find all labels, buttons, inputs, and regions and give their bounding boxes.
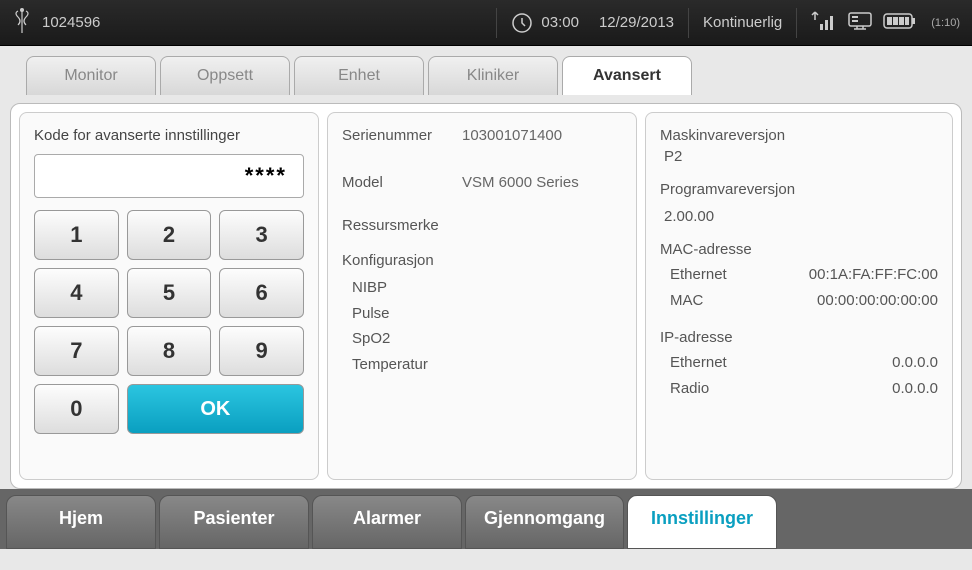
display-icon: [847, 10, 873, 36]
bottom-tabs: Hjem Pasienter Alarmer Gjennomgang Innst…: [0, 489, 972, 549]
ip-section-label: IP-adresse: [660, 329, 938, 346]
signal-icon: [811, 10, 837, 36]
bottom-tab-alarmer[interactable]: Alarmer: [312, 495, 462, 549]
ip-radio-label: Radio: [670, 376, 709, 402]
device-info-panel: Serienummer 103001071400 Model VSM 6000 …: [327, 112, 637, 480]
medical-icon: [12, 7, 32, 39]
system-info-panel: Maskinvareversjon P2 Programvareversjon …: [645, 112, 953, 480]
date-value: 12/29/2013: [599, 14, 674, 31]
status-bar: 1024596 03:00 12/29/2013 Kontinuerlig (1…: [0, 0, 972, 46]
key-6[interactable]: 6: [219, 268, 304, 318]
hw-label: Maskinvareversjon: [660, 127, 938, 144]
bottom-tab-hjem[interactable]: Hjem: [6, 495, 156, 549]
mac-eth-label: Ethernet: [670, 262, 727, 288]
tab-avansert[interactable]: Avansert: [562, 56, 692, 95]
key-0[interactable]: 0: [34, 384, 119, 434]
mode-value: Kontinuerlig: [703, 14, 782, 31]
model-value: VSM 6000 Series: [462, 174, 622, 191]
top-tabs: Monitor Oppsett Enhet Kliniker Avansert: [10, 56, 962, 95]
asset-value: [462, 217, 622, 234]
tab-monitor[interactable]: Monitor: [26, 56, 156, 95]
config-nibp: NIBP: [342, 275, 622, 301]
tab-oppsett[interactable]: Oppsett: [160, 56, 290, 95]
keypad-title: Kode for avanserte innstillinger: [34, 127, 304, 144]
keypad-panel: Kode for avanserte innstillinger **** 1 …: [19, 112, 319, 480]
time-value: 03:00: [541, 14, 579, 31]
password-display: ****: [34, 154, 304, 198]
bottom-tab-gjennomgang[interactable]: Gjennomgang: [465, 495, 624, 549]
bottom-tab-pasienter[interactable]: Pasienter: [159, 495, 309, 549]
ok-button[interactable]: OK: [127, 384, 304, 434]
ip-radio-value: 0.0.0.0: [892, 376, 938, 402]
config-spo2: SpO2: [342, 326, 622, 352]
asset-label: Ressursmerke: [342, 217, 462, 234]
key-4[interactable]: 4: [34, 268, 119, 318]
mac-eth-value: 00:1A:FA:FF:FC:00: [809, 262, 938, 288]
ip-eth-value: 0.0.0.0: [892, 350, 938, 376]
clock-icon: [511, 12, 533, 34]
config-label: Konfigurasjon: [342, 252, 622, 269]
bottom-tab-innstillinger[interactable]: Innstillinger: [627, 495, 777, 549]
tab-enhet[interactable]: Enhet: [294, 56, 424, 95]
key-2[interactable]: 2: [127, 210, 212, 260]
key-5[interactable]: 5: [127, 268, 212, 318]
config-temp: Temperatur: [342, 352, 622, 378]
config-pulse: Pulse: [342, 301, 622, 327]
serial-label: Serienummer: [342, 127, 462, 144]
serial-value: 103001071400: [462, 127, 622, 144]
hw-value: P2: [660, 148, 938, 165]
key-3[interactable]: 3: [219, 210, 304, 260]
key-9[interactable]: 9: [219, 326, 304, 376]
sw-value: 2.00.00: [660, 202, 938, 225]
battery-text: (1:10): [931, 17, 960, 29]
patient-id: 1024596: [42, 14, 100, 31]
ip-eth-label: Ethernet: [670, 350, 727, 376]
tab-kliniker[interactable]: Kliniker: [428, 56, 558, 95]
mac-mac-label: MAC: [670, 288, 703, 314]
mac-mac-value: 00:00:00:00:00:00: [817, 288, 938, 314]
model-label: Model: [342, 174, 462, 191]
battery-icon: [883, 12, 917, 34]
mac-section-label: MAC-adresse: [660, 241, 938, 258]
key-8[interactable]: 8: [127, 326, 212, 376]
key-7[interactable]: 7: [34, 326, 119, 376]
sw-label: Programvareversjon: [660, 181, 938, 198]
key-1[interactable]: 1: [34, 210, 119, 260]
